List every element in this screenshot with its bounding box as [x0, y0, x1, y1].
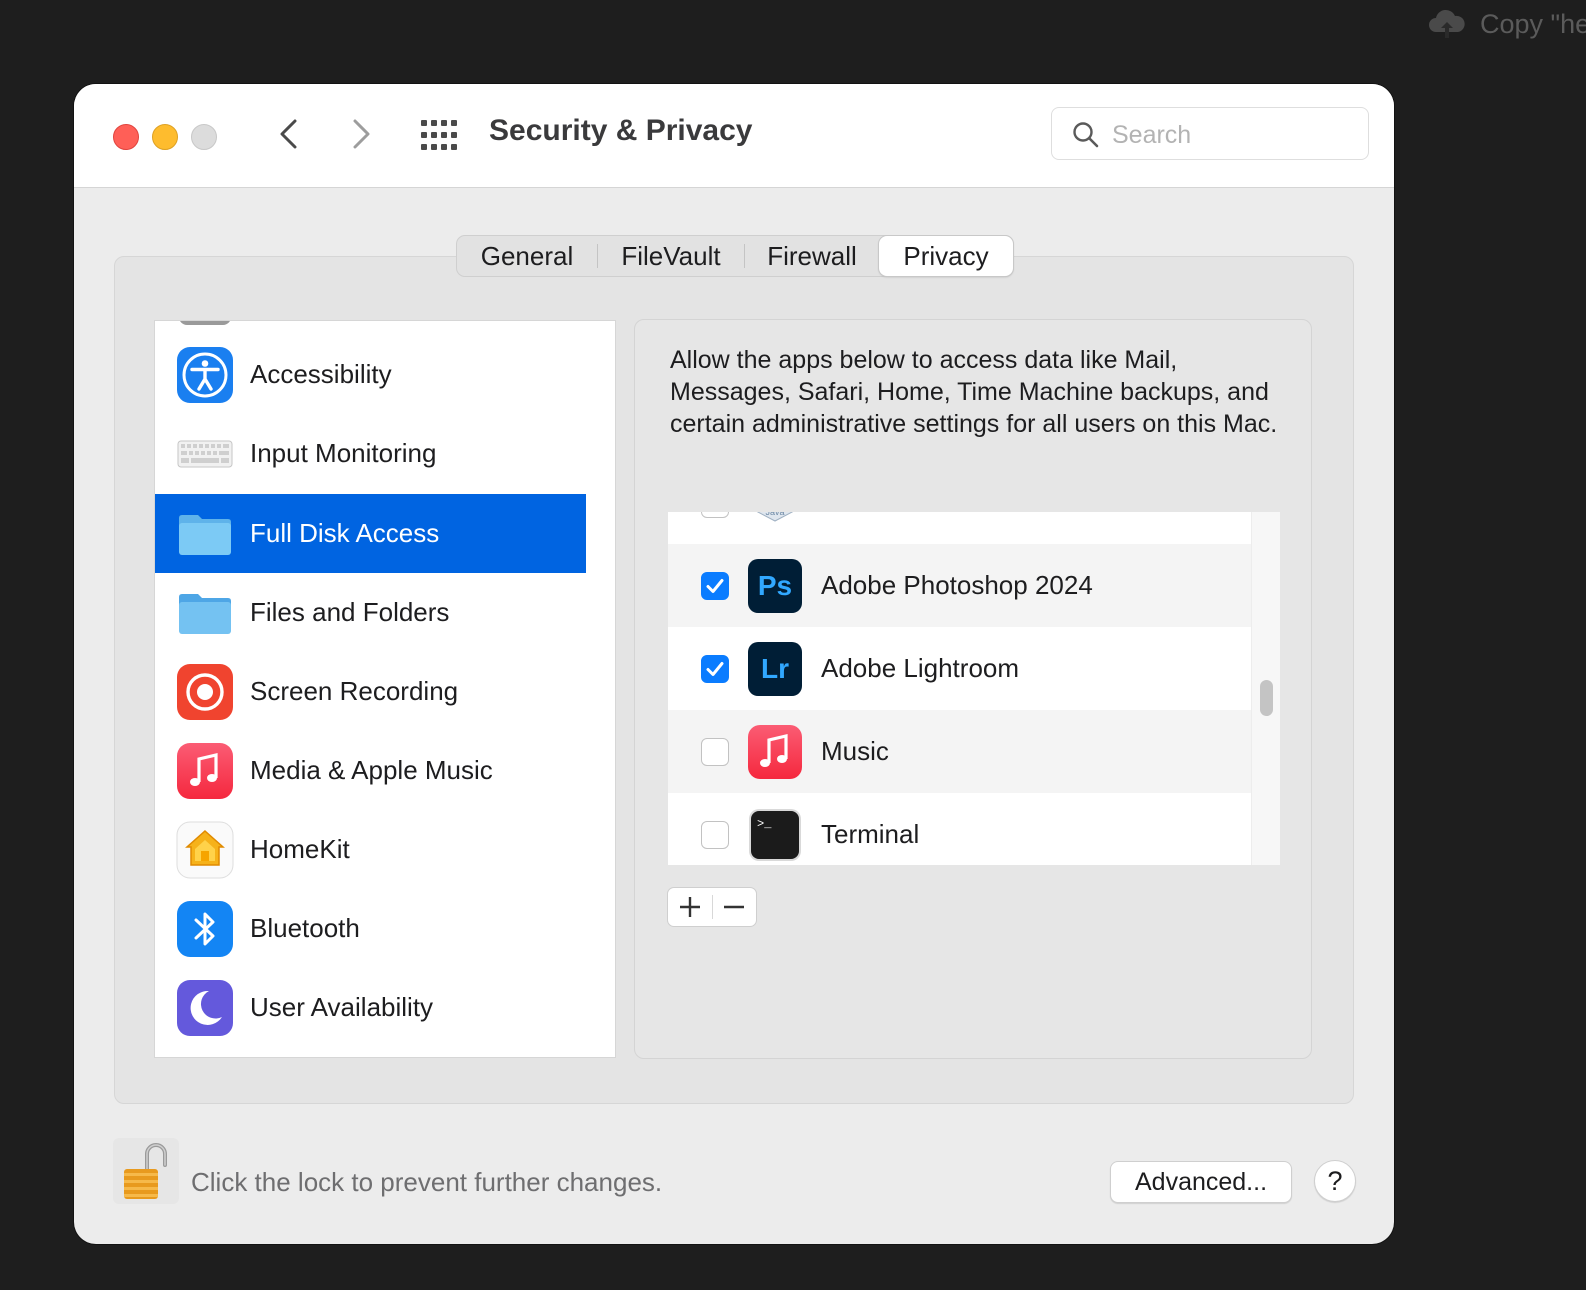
- moon-icon: [177, 979, 233, 1036]
- sidebar-item-input-monitoring[interactable]: Input Monitoring: [155, 414, 586, 493]
- terminal-icon: >_: [749, 809, 801, 861]
- remove-app-button[interactable]: [712, 888, 756, 926]
- background-notification: Copy "he: [1428, 8, 1586, 40]
- back-button[interactable]: [268, 114, 308, 154]
- sidebar-item-homekit[interactable]: HomeKit: [155, 810, 586, 889]
- folder-icon: [179, 593, 231, 634]
- security-privacy-window: Security & Privacy General FileVault Fir…: [74, 84, 1394, 1244]
- chevron-left-icon: [280, 119, 297, 149]
- music-icon: [748, 725, 802, 779]
- zoom-button[interactable]: [191, 124, 217, 150]
- scrollbar-thumb[interactable]: [1260, 680, 1273, 716]
- tab-bar: General FileVault Firewall Privacy: [456, 235, 1014, 277]
- app-checkbox[interactable]: [701, 572, 729, 600]
- app-name: Terminal: [821, 819, 920, 849]
- music-icon: [177, 742, 233, 799]
- unlocked-padlock-icon: [124, 1143, 167, 1199]
- photoshop-icon: Ps: [748, 559, 802, 613]
- chevron-right-icon: [353, 119, 370, 149]
- keyboard-icon: [177, 440, 233, 467]
- svg-text:Java: Java: [765, 512, 784, 517]
- sidebar-item-files-and-folders[interactable]: Files and Folders: [155, 573, 586, 652]
- notification-text: Copy "he: [1480, 8, 1586, 39]
- close-button[interactable]: [113, 124, 139, 150]
- sidebar-item-label: HomeKit: [250, 834, 350, 864]
- checkmark-icon: [706, 579, 724, 593]
- terminal-icon-text: >_: [757, 817, 772, 831]
- app-name: Adobe Lightroom: [821, 653, 1020, 683]
- java-icon: Java: [756, 512, 794, 522]
- forward-button[interactable]: [342, 114, 382, 154]
- tab-label: Privacy: [903, 240, 989, 271]
- sidebar-item-bluetooth[interactable]: Bluetooth: [155, 889, 586, 968]
- plus-icon: [679, 897, 700, 917]
- list-item-terminal[interactable]: >_ Terminal: [668, 793, 1252, 865]
- app-checkbox[interactable]: [701, 738, 729, 766]
- grid-icon: [421, 120, 457, 150]
- tab-label: FileVault: [621, 240, 721, 271]
- minimize-button[interactable]: [152, 124, 178, 150]
- sidebar-item-media-apple-music[interactable]: Media & Apple Music: [155, 731, 586, 810]
- sidebar-item-label: User Availability: [250, 992, 434, 1022]
- sidebar-item-label: Media & Apple Music: [250, 755, 493, 785]
- tab-privacy[interactable]: Privacy: [879, 236, 1013, 276]
- tab-label: General: [480, 240, 574, 271]
- list-item-clipped: Java: [668, 512, 1252, 545]
- screen-recording-icon: [177, 663, 233, 720]
- cloud-upload-icon: [1429, 9, 1465, 38]
- app-list[interactable]: Java Ps Adobe Photoshop 2024 Lr Adobe Li…: [668, 512, 1280, 865]
- list-item-lightroom[interactable]: Lr Adobe Lightroom: [668, 627, 1252, 710]
- photoshop-icon-text: Ps: [758, 570, 792, 601]
- show-all-button[interactable]: [420, 118, 458, 152]
- tab-general[interactable]: General: [457, 236, 597, 276]
- help-button[interactable]: ?: [1314, 1160, 1356, 1202]
- sidebar-item-user-availability[interactable]: User Availability: [155, 968, 586, 1047]
- tab-label: Firewall: [767, 240, 857, 271]
- list-item-photoshop[interactable]: Ps Adobe Photoshop 2024: [668, 544, 1252, 627]
- folder-icon: [179, 514, 231, 555]
- sidebar-item-full-disk-access[interactable]: Full Disk Access: [155, 494, 586, 573]
- app-checkbox[interactable]: [701, 655, 729, 683]
- homekit-icon: [176, 821, 234, 878]
- search-input[interactable]: [1110, 116, 1354, 154]
- app-checkbox[interactable]: [701, 821, 729, 849]
- sidebar-item-screen-recording[interactable]: Screen Recording: [155, 652, 586, 731]
- advanced-button[interactable]: Advanced...: [1110, 1161, 1292, 1203]
- checkmark-icon: [706, 662, 724, 676]
- clipped-item-icon: [179, 321, 231, 325]
- lock-status-text: Click the lock to prevent further change…: [191, 1167, 663, 1197]
- minus-icon: [724, 905, 745, 909]
- tab-firewall[interactable]: Firewall: [745, 236, 879, 276]
- window-title: Security & Privacy: [489, 114, 753, 147]
- accessibility-icon: [177, 346, 233, 403]
- add-remove-control: [667, 887, 757, 927]
- lock-button[interactable]: [113, 1138, 179, 1204]
- app-checkbox[interactable]: [701, 512, 729, 518]
- privacy-category-list[interactable]: Accessibility Input Monitoring Full Disk…: [154, 320, 616, 1058]
- list-item-music[interactable]: Music: [668, 710, 1252, 793]
- panel-description: Allow the apps below to access data like…: [670, 346, 1278, 438]
- app-list-scrollbar[interactable]: [1251, 512, 1280, 865]
- full-disk-access-panel: Allow the apps below to access data like…: [634, 319, 1312, 1059]
- lightroom-icon-text: Lr: [761, 653, 789, 684]
- sidebar-item-label: Input Monitoring: [250, 438, 437, 468]
- app-name: Adobe Photoshop 2024: [821, 570, 1093, 600]
- add-app-button[interactable]: [668, 888, 712, 926]
- bluetooth-icon: [177, 900, 233, 957]
- search-icon: [1073, 122, 1099, 148]
- sidebar-item-label: Accessibility: [250, 359, 392, 389]
- app-name: Music: [821, 736, 889, 766]
- sidebar-item-label: Bluetooth: [250, 913, 360, 943]
- tab-filevault[interactable]: FileVault: [598, 236, 744, 276]
- sidebar-item-label: Full Disk Access: [250, 518, 440, 548]
- sidebar-item-accessibility[interactable]: Accessibility: [155, 335, 586, 414]
- sidebar-item-label: Screen Recording: [250, 676, 459, 706]
- sidebar-item-label: Files and Folders: [250, 597, 450, 627]
- lightroom-icon: Lr: [748, 642, 802, 696]
- search-field[interactable]: [1051, 107, 1369, 160]
- toolbar: Security & Privacy: [74, 84, 1394, 188]
